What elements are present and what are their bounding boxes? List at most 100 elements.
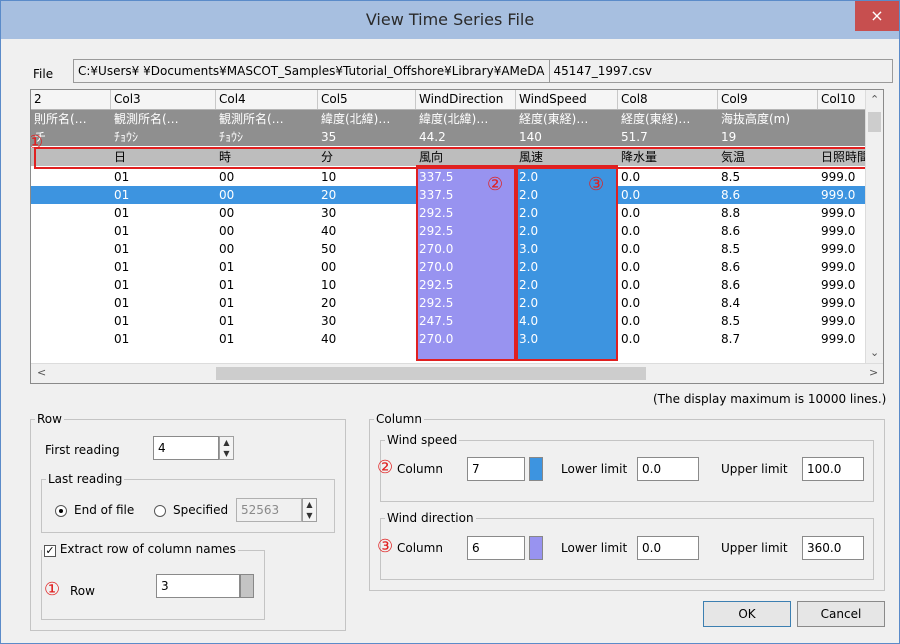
scroll-left-icon[interactable]: < <box>37 366 46 379</box>
row-color-swatch <box>240 574 254 598</box>
row-input[interactable]: 3 <box>156 574 240 598</box>
table-cell <box>31 276 111 294</box>
table-cell: 00 <box>219 170 235 184</box>
wind-speed-column-label: Column <box>397 462 443 476</box>
table-cell: 292.5 <box>419 278 454 292</box>
table-cell: 2.0 <box>519 224 539 238</box>
table-cell: 292.5 <box>419 224 454 238</box>
wind-direction-color-swatch[interactable] <box>529 536 543 560</box>
table-cell: 気温 <box>721 150 746 164</box>
annotation-names-row: ① <box>31 134 43 152</box>
scroll-down-icon[interactable]: ⌄ <box>870 346 879 359</box>
file-name: 45147_1997.csv <box>553 64 652 78</box>
table-cell: 01 <box>114 332 130 346</box>
wind-direction-column-input[interactable]: 6 <box>467 536 525 560</box>
ok-button[interactable]: OK <box>703 601 791 627</box>
close-button[interactable]: × <box>855 1 899 31</box>
table-cell: 40 <box>321 332 337 346</box>
annotation-row: ① <box>44 579 61 600</box>
row-group: Row First reading 4 ▲ ▼ Last reading End … <box>30 412 346 631</box>
first-reading-input[interactable]: 4 <box>153 436 219 460</box>
wind-direction-group: Wind direction ③ Column 6 Lower limit 0.… <box>377 511 874 580</box>
column-header[interactable]: Col5 <box>318 90 416 109</box>
wind-direction-upper-label: Upper limit <box>721 541 788 555</box>
table-cell <box>31 222 111 240</box>
file-label: File <box>33 67 54 81</box>
wind-speed-upper-input[interactable]: 100.0 <box>802 457 864 481</box>
column-header[interactable]: Col8 <box>618 90 718 109</box>
table-cell: 0.0 <box>621 242 641 256</box>
wind-direction-upper-input[interactable]: 360.0 <box>802 536 864 560</box>
column-header[interactable]: 2 <box>31 90 111 109</box>
table-cell: 8.7 <box>721 332 741 346</box>
stepper-up-icon[interactable]: ▲ <box>220 437 233 448</box>
table-cell: 風向 <box>419 150 444 164</box>
file-path-field: C:¥Users¥ ¥Documents¥MASCOT_Samples¥Tuto… <box>73 59 893 83</box>
stepper-down-icon[interactable]: ▼ <box>303 510 316 521</box>
row-group-label: Row <box>35 412 64 426</box>
specified-stepper[interactable]: ▲ ▼ <box>302 498 317 522</box>
scroll-right-icon[interactable]: > <box>869 366 878 379</box>
wind-direction-lower-input[interactable]: 0.0 <box>637 536 699 560</box>
column-header[interactable]: Col9 <box>718 90 818 109</box>
table-cell: 8.4 <box>721 296 741 310</box>
column-header[interactable]: Col4 <box>216 90 318 109</box>
table-cell: 海抜高度(m) <box>721 112 791 126</box>
wind-speed-column-input[interactable]: 7 <box>467 457 525 481</box>
wind-speed-lower-input[interactable]: 0.0 <box>637 457 699 481</box>
vertical-scrollbar[interactable]: ⌃ ⌄ <box>865 90 883 365</box>
table-cell: 観測所名(… <box>114 112 179 126</box>
table-cell: 0.0 <box>621 170 641 184</box>
table-cell: 01 <box>219 314 235 328</box>
table-cell: 10 <box>321 170 337 184</box>
data-grid[interactable]: 2 Col3 Col4 Col5 WindDirection WindSpeed Col8 C… <box>30 89 884 384</box>
table-cell: 19 <box>721 130 737 144</box>
horizontal-scrollbar[interactable]: < > <box>31 363 883 383</box>
table-cell: 292.5 <box>419 296 454 310</box>
specified-input[interactable]: 52563 <box>236 498 302 522</box>
vertical-scroll-thumb[interactable] <box>868 112 881 132</box>
table-cell: 2.0 <box>519 278 539 292</box>
display-max-note: (The display maximum is 10000 lines.) <box>653 392 887 406</box>
table-cell: 日 <box>114 150 127 164</box>
table-cell: 00 <box>219 188 235 202</box>
column-header[interactable]: WindDirection <box>416 90 516 109</box>
wind-speed-upper-label: Upper limit <box>721 462 788 476</box>
column-header[interactable]: WindSpeed <box>516 90 618 109</box>
column-group-label: Column <box>374 412 424 426</box>
table-cell: 01 <box>114 206 130 220</box>
specified-label: Specified <box>173 503 229 517</box>
table-cell <box>31 186 111 204</box>
table-cell: 44.2 <box>419 130 446 144</box>
table-cell: 降水量 <box>621 150 658 164</box>
horizontal-scroll-thumb[interactable] <box>216 367 646 380</box>
table-cell: 0.0 <box>621 296 641 310</box>
table-cell: 風速 <box>519 150 544 164</box>
table-cell: 40 <box>321 224 337 238</box>
table-cell: 01 <box>219 278 235 292</box>
first-reading-stepper[interactable]: ▲ ▼ <box>219 436 234 460</box>
column-header[interactable]: Col3 <box>111 90 216 109</box>
wind-speed-color-swatch[interactable] <box>529 457 543 481</box>
cancel-button[interactable]: Cancel <box>797 601 885 627</box>
table-cell <box>31 258 111 276</box>
last-reading-label: Last reading <box>46 472 125 486</box>
scroll-up-icon[interactable]: ⌃ <box>870 93 879 106</box>
table-cell: 8.8 <box>721 206 741 220</box>
end-of-file-label: End of file <box>74 503 135 517</box>
table-cell: 30 <box>321 206 337 220</box>
table-cell: 00 <box>219 206 235 220</box>
table-cell: 270.0 <box>419 242 454 256</box>
table-cell <box>31 330 111 348</box>
table-cell: 0.0 <box>621 206 641 220</box>
stepper-down-icon[interactable]: ▼ <box>220 448 233 459</box>
stepper-up-icon[interactable]: ▲ <box>303 499 316 510</box>
table-cell: 0.0 <box>621 314 641 328</box>
extract-checkbox[interactable]: ✓ <box>44 545 56 557</box>
table-cell: 8.6 <box>721 260 741 274</box>
specified-radio[interactable] <box>154 505 166 517</box>
table-cell: 4.0 <box>519 314 539 328</box>
table-cell: 10 <box>321 278 337 292</box>
end-of-file-radio[interactable] <box>55 505 67 517</box>
extract-group: ✓ Extract row of column names ① Row 3 <box>41 542 265 620</box>
